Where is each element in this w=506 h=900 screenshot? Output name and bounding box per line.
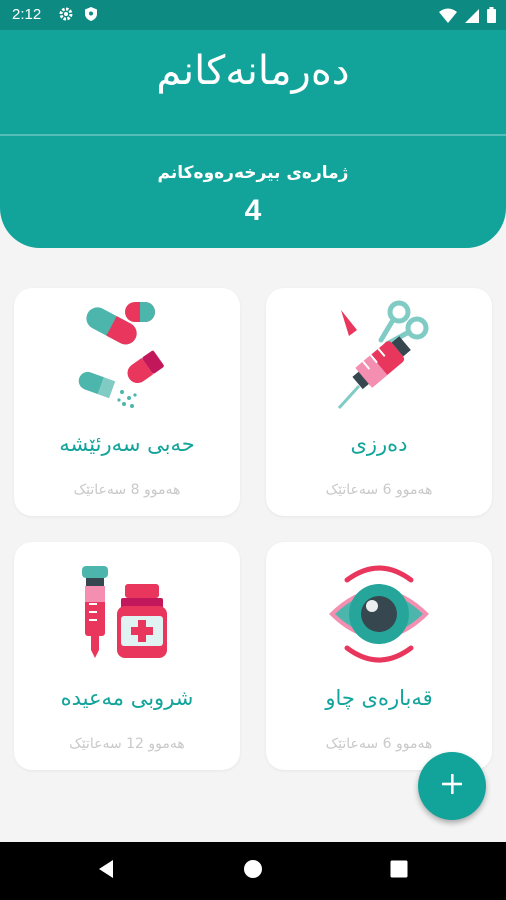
recents-button[interactable] xyxy=(359,842,439,900)
back-triangle-icon xyxy=(97,859,115,883)
header: دەرمانەکانم ژمارەی بیرخەرەوەکانم 4 xyxy=(0,30,506,248)
eye-drops-icon xyxy=(329,554,429,664)
settings-icon xyxy=(58,6,74,26)
page-title: دەرمانەکانم xyxy=(156,48,350,94)
card-subtitle: هەموو 6 سەعاتێک xyxy=(325,482,433,498)
medicine-card[interactable]: حەبی سەرئێشە هەموو 8 سەعاتێک xyxy=(14,288,240,516)
syringe-icon xyxy=(329,300,429,410)
add-medicine-button[interactable] xyxy=(418,752,486,820)
card-title: شروبی مەعیدە xyxy=(60,686,194,710)
card-title: قەبارەی چاو xyxy=(325,686,433,710)
plus-icon xyxy=(441,773,463,799)
status-time: 2:12 xyxy=(12,6,42,23)
reminder-count: 4 xyxy=(244,194,262,227)
home-button[interactable] xyxy=(213,842,293,900)
card-title: دەرزی xyxy=(350,432,408,456)
card-subtitle: هەموو 8 سەعاتێک xyxy=(73,482,181,498)
home-circle-icon xyxy=(243,859,263,883)
syrup-icon xyxy=(77,554,177,664)
card-subtitle: هەموو 6 سەعاتێک xyxy=(325,736,433,752)
pills-icon xyxy=(77,300,177,410)
wifi-icon xyxy=(439,8,457,27)
recents-square-icon xyxy=(390,860,408,882)
medicine-card[interactable]: شروبی مەعیدە هەموو 12 سەعاتێک xyxy=(14,542,240,770)
navigation-bar xyxy=(0,842,506,900)
card-subtitle: هەموو 12 سەعاتێک xyxy=(69,736,185,752)
status-bar: 2:12 xyxy=(0,0,506,30)
medicine-card[interactable]: دەرزی هەموو 6 سەعاتێک xyxy=(266,288,492,516)
reminder-count-label: ژمارەی بیرخەرەوەکانم xyxy=(157,163,349,183)
medicine-card[interactable]: قەبارەی چاو هەموو 6 سەعاتێک xyxy=(266,542,492,770)
back-button[interactable] xyxy=(66,842,146,900)
battery-icon xyxy=(487,7,496,27)
header-divider xyxy=(0,134,506,136)
card-title: حەبی سەرئێشە xyxy=(59,432,195,456)
signal-icon xyxy=(465,8,479,27)
shield-icon xyxy=(84,6,98,26)
